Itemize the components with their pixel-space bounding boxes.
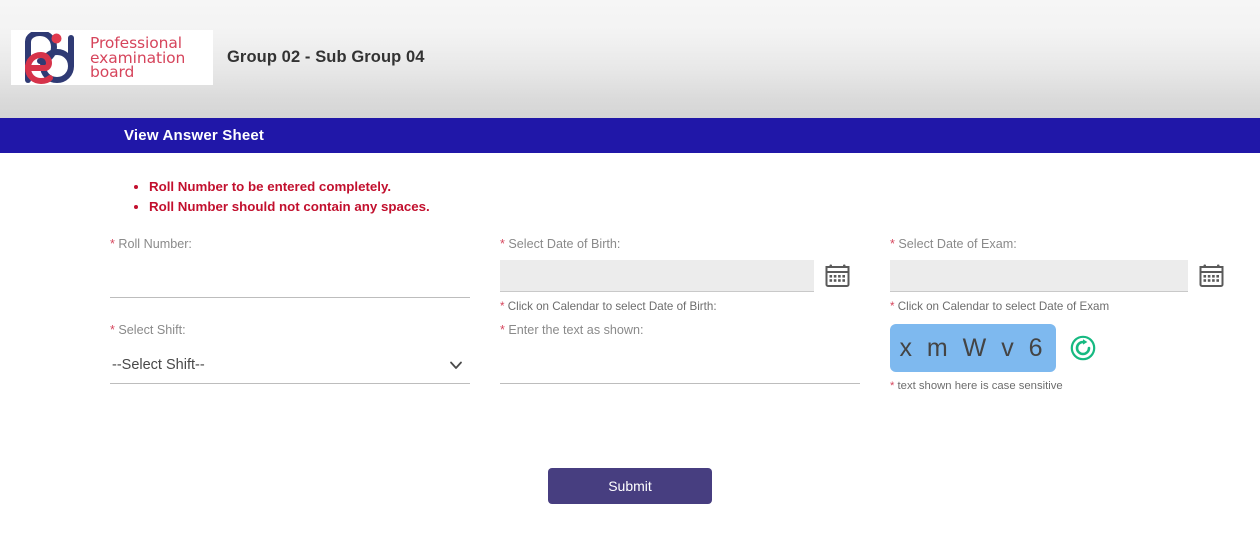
calendar-icon <box>825 264 851 291</box>
select-shift-label: * Select Shift: <box>110 322 470 338</box>
date-of-exam-label: * Select Date of Exam: <box>890 236 1225 252</box>
roll-number-input[interactable] <box>110 262 470 298</box>
date-of-exam-calendar-button[interactable] <box>1198 263 1225 289</box>
date-of-birth-hint-text: Click on Calendar to select Date of Birt… <box>507 300 717 313</box>
roll-number-field-group: * Roll Number: <box>110 236 470 298</box>
calendar-icon <box>1199 264 1225 291</box>
select-shift-dropdown[interactable]: --Select Shift-- <box>110 346 470 384</box>
list-item: Roll Number to be entered completely. <box>149 177 430 197</box>
date-of-birth-label: * Select Date of Birth: <box>500 236 860 252</box>
logo-wordmark: Professional examination board <box>90 35 185 80</box>
date-of-birth-label-text: Select Date of Birth: <box>508 237 621 251</box>
page-title: View Answer Sheet <box>124 127 265 144</box>
captcha-refresh-button[interactable] <box>1070 335 1096 361</box>
peb-monogram-icon <box>15 30 87 84</box>
submit-row: Submit <box>0 468 1260 504</box>
refresh-icon <box>1070 335 1096 364</box>
required-asterisk: * <box>110 323 115 337</box>
form-content: Roll Number to be entered completely. Ro… <box>0 153 1260 556</box>
logo-line-3: board <box>90 63 135 82</box>
captcha-note-text: text shown here is case sensitive <box>897 380 1063 392</box>
date-of-exam-input[interactable] <box>890 260 1189 292</box>
captcha-note: * text shown here is case sensitive <box>890 380 1225 392</box>
captcha-image: x m W v 6 <box>890 324 1056 372</box>
date-of-exam-label-text: Select Date of Exam: <box>898 237 1017 251</box>
submit-button[interactable]: Submit <box>548 468 712 504</box>
date-of-exam-control <box>890 260 1225 292</box>
required-asterisk: * <box>500 237 505 251</box>
date-of-exam-hint-text: Click on Calendar to select Date of Exam <box>897 300 1110 313</box>
captcha-text-label: * Enter the text as shown: <box>500 322 860 338</box>
required-asterisk: * <box>890 380 895 392</box>
list-item: Roll Number should not contain any space… <box>149 197 430 217</box>
roll-number-label: * Roll Number: <box>110 236 470 252</box>
date-of-birth-hint: * Click on Calendar to select Date of Bi… <box>500 300 860 313</box>
roll-number-label-text: Roll Number: <box>118 237 192 251</box>
required-asterisk: * <box>500 323 505 337</box>
date-of-birth-calendar-button[interactable] <box>824 263 852 289</box>
page-banner: View Answer Sheet <box>0 118 1260 153</box>
captcha-text-label-text: Enter the text as shown: <box>508 323 644 337</box>
page-header: Professional examination board Group 02 … <box>0 0 1260 118</box>
select-shift-label-text: Select Shift: <box>118 323 186 337</box>
captcha-group: x m W v 6 * text shown here is case sens… <box>890 322 1225 392</box>
captcha-row: x m W v 6 <box>890 324 1225 372</box>
date-of-birth-input[interactable] <box>500 260 814 292</box>
date-of-birth-control <box>500 260 860 292</box>
required-asterisk: * <box>500 300 505 313</box>
captcha-text-field-group: * Enter the text as shown: <box>500 322 860 384</box>
captcha-text-input[interactable] <box>500 348 860 384</box>
required-asterisk: * <box>110 237 115 251</box>
page-subtitle: Group 02 - Sub Group 04 <box>227 48 425 66</box>
required-asterisk: * <box>890 300 895 313</box>
logo: Professional examination board <box>11 30 213 85</box>
date-of-birth-field-group: * Select Date of Birth: * Click on Calen… <box>500 236 860 313</box>
date-of-exam-hint: * Click on Calendar to select Date of Ex… <box>890 300 1225 313</box>
select-shift-field-group: * Select Shift: --Select Shift-- <box>110 322 470 384</box>
date-of-exam-field-group: * Select Date of Exam: * Click on Calend… <box>890 236 1225 313</box>
required-asterisk: * <box>890 237 895 251</box>
instructions-list: Roll Number to be entered completely. Ro… <box>131 177 430 217</box>
select-shift-control: --Select Shift-- <box>110 346 470 384</box>
